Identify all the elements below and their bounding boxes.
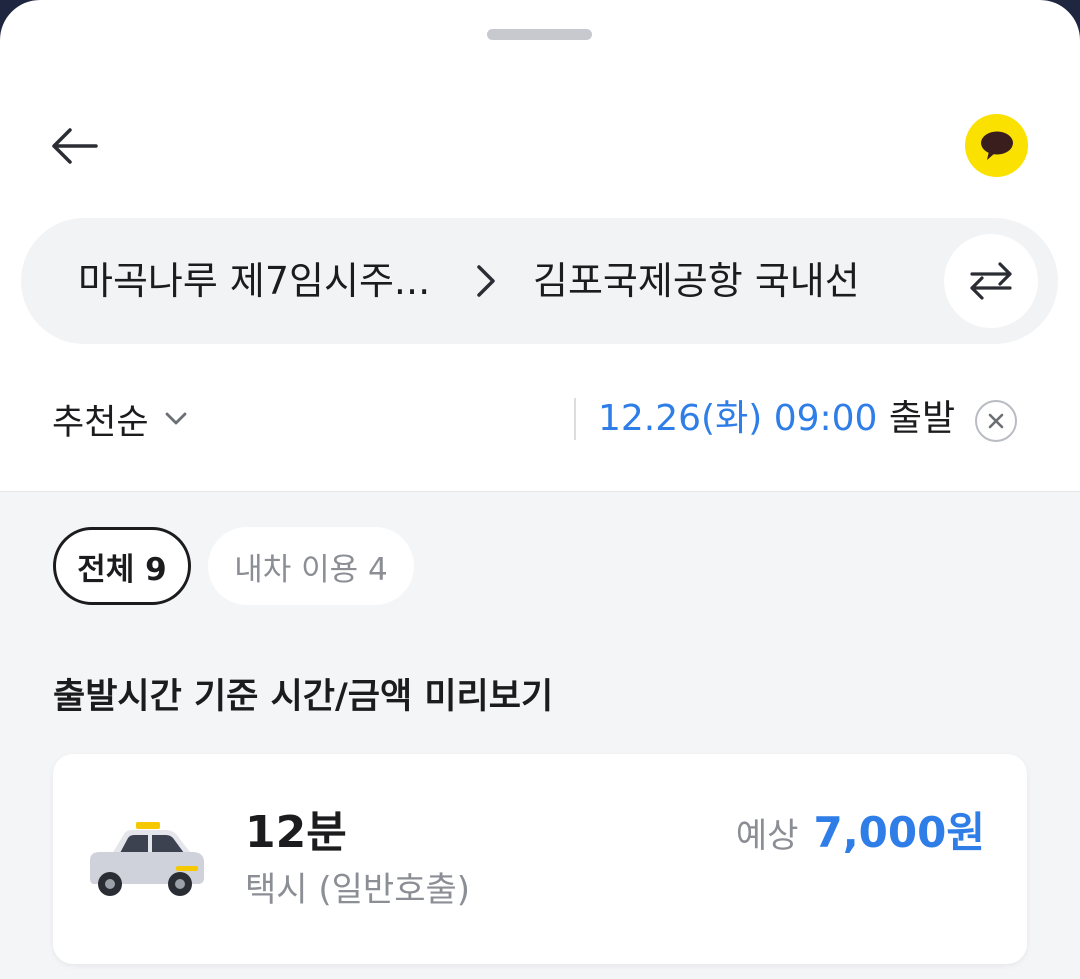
result-card[interactable]: 12분 택시 (일반호출) 예상 7,000원 [53,754,1027,964]
section-title: 출발시간 기준 시간/금액 미리보기 [53,677,554,717]
estimated-price: 예상 7,000원 [736,806,985,869]
trip-type: 택시 (일반호출) [245,870,471,910]
chip-own-car[interactable]: 내차 이용 4 [208,527,414,605]
route-bar[interactable]: 마곡나루 제7임시주... 김포국제공항 국내선 [21,218,1058,344]
kakaotalk-button[interactable] [965,114,1028,177]
departure-time: 12.26(화) 09:00 [598,398,878,439]
kakaotalk-chat-icon [980,131,1013,160]
results-area: 전체 9 내차 이용 4 출발시간 기준 시간/금액 미리보기 12분 택시 (… [0,491,1080,979]
departure-time-selector[interactable]: 12.26(화) 09:00 출발 [598,392,955,446]
back-button[interactable] [44,118,104,174]
swap-route-button[interactable] [944,234,1038,328]
departure-suffix: 출발 [888,398,956,439]
swap-arrows-icon [970,262,1012,300]
sort-dropdown[interactable]: 추천순 [52,394,187,444]
chevron-down-icon [165,412,187,425]
route-origin[interactable]: 마곡나루 제7임시주... [78,256,458,306]
sheet-drag-handle[interactable] [487,29,592,40]
bottom-sheet: 마곡나루 제7임시주... 김포국제공항 국내선 추천순 12.26(화) 09… [0,0,1080,979]
filter-divider [574,398,576,440]
arrow-left-icon [52,128,98,164]
chip-all[interactable]: 전체 9 [53,527,191,605]
sort-label: 추천순 [52,402,149,443]
price-label: 예상 [735,816,799,856]
clear-time-button[interactable] [975,400,1017,442]
route-destination[interactable]: 김포국제공항 국내선 [533,256,933,306]
chevron-right-icon [477,265,495,297]
taxi-icon [90,822,204,896]
price-amount: 7,000원 [813,808,986,857]
trip-duration: 12분 [245,807,347,858]
close-icon [988,413,1004,429]
